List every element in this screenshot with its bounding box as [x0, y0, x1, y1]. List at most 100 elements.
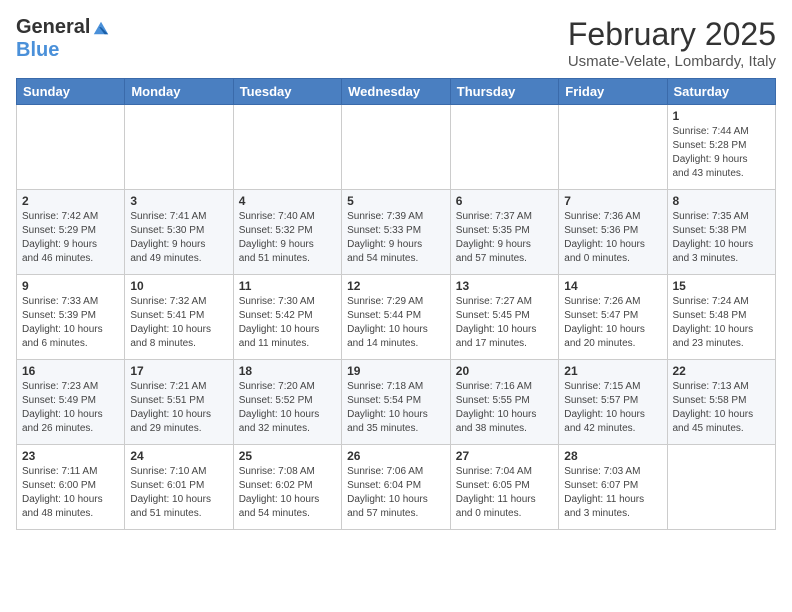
day-cell — [125, 105, 233, 190]
day-info: Sunrise: 7:39 AM Sunset: 5:33 PM Dayligh… — [347, 210, 445, 266]
title-block: February 2025 Usmate-Velate, Lombardy, I… — [568, 16, 776, 70]
day-info: Sunrise: 7:33 AM Sunset: 5:39 PM Dayligh… — [22, 295, 119, 351]
day-cell — [667, 445, 776, 530]
day-cell: 26 Sunrise: 7:06 AM Sunset: 6:04 PM Dayli… — [342, 445, 451, 530]
day-cell: 18 Sunrise: 7:20 AM Sunset: 5:52 PM Dayli… — [233, 360, 341, 445]
weekday-header-wednesday: Wednesday — [342, 79, 451, 105]
day-number: 1 — [673, 109, 771, 123]
day-number: 28 — [564, 449, 661, 463]
page-header: General Blue February 2025 Usmate-Velate… — [16, 16, 776, 70]
day-number: 5 — [347, 194, 445, 208]
day-number: 7 — [564, 194, 661, 208]
day-info: Sunrise: 7:11 AM Sunset: 6:00 PM Dayligh… — [22, 465, 119, 521]
week-row-1: 1 Sunrise: 7:44 AM Sunset: 5:28 PM Daylig… — [17, 105, 776, 190]
day-info: Sunrise: 7:08 AM Sunset: 6:02 PM Dayligh… — [239, 465, 336, 521]
day-number: 10 — [130, 279, 227, 293]
day-info: Sunrise: 7:27 AM Sunset: 5:45 PM Dayligh… — [456, 295, 553, 351]
day-info: Sunrise: 7:10 AM Sunset: 6:01 PM Dayligh… — [130, 465, 227, 521]
day-info: Sunrise: 7:20 AM Sunset: 5:52 PM Dayligh… — [239, 380, 336, 436]
weekday-header-tuesday: Tuesday — [233, 79, 341, 105]
logo: General Blue — [16, 16, 110, 62]
day-number: 8 — [673, 194, 771, 208]
day-number: 2 — [22, 194, 119, 208]
logo-general-text: General — [16, 16, 90, 39]
day-number: 6 — [456, 194, 553, 208]
day-number: 21 — [564, 364, 661, 378]
day-cell: 27 Sunrise: 7:04 AM Sunset: 6:05 PM Dayli… — [450, 445, 558, 530]
day-cell: 17 Sunrise: 7:21 AM Sunset: 5:51 PM Dayli… — [125, 360, 233, 445]
weekday-header-row: SundayMondayTuesdayWednesdayThursdayFrid… — [17, 79, 776, 105]
week-row-4: 16Sunrise: 7:23 AM Sunset: 5:49 PM Dayli… — [17, 360, 776, 445]
day-number: 23 — [22, 449, 119, 463]
day-info: Sunrise: 7:35 AM Sunset: 5:38 PM Dayligh… — [673, 210, 771, 266]
weekday-header-monday: Monday — [125, 79, 233, 105]
day-info: Sunrise: 7:06 AM Sunset: 6:04 PM Dayligh… — [347, 465, 445, 521]
day-cell: 1 Sunrise: 7:44 AM Sunset: 5:28 PM Daylig… — [667, 105, 776, 190]
day-cell: 19 Sunrise: 7:18 AM Sunset: 5:54 PM Dayli… — [342, 360, 451, 445]
day-number: 12 — [347, 279, 445, 293]
day-info: Sunrise: 7:44 AM Sunset: 5:28 PM Dayligh… — [673, 125, 771, 181]
day-number: 26 — [347, 449, 445, 463]
day-cell: 22 Sunrise: 7:13 AM Sunset: 5:58 PM Dayli… — [667, 360, 776, 445]
weekday-header-thursday: Thursday — [450, 79, 558, 105]
week-row-3: 9 Sunrise: 7:33 AM Sunset: 5:39 PM Daylig… — [17, 275, 776, 360]
day-number: 9 — [22, 279, 119, 293]
day-info: Sunrise: 7:26 AM Sunset: 5:47 PM Dayligh… — [564, 295, 661, 351]
day-cell: 24 Sunrise: 7:10 AM Sunset: 6:01 PM Dayli… — [125, 445, 233, 530]
logo-icon — [92, 19, 110, 37]
day-number: 18 — [239, 364, 336, 378]
day-info: Sunrise: 7:41 AM Sunset: 5:30 PM Dayligh… — [130, 210, 227, 266]
day-info: Sunrise: 7:24 AM Sunset: 5:48 PM Dayligh… — [673, 295, 771, 351]
day-cell: 15 Sunrise: 7:24 AM Sunset: 5:48 PM Dayli… — [667, 275, 776, 360]
day-cell: 10 Sunrise: 7:32 AM Sunset: 5:41 PM Dayli… — [125, 275, 233, 360]
day-number: 14 — [564, 279, 661, 293]
day-number: 24 — [130, 449, 227, 463]
day-cell: 14 Sunrise: 7:26 AM Sunset: 5:47 PM Dayli… — [559, 275, 667, 360]
day-number: 19 — [347, 364, 445, 378]
day-number: 22 — [673, 364, 771, 378]
day-number: 13 — [456, 279, 553, 293]
day-info: Sunrise: 7:18 AM Sunset: 5:54 PM Dayligh… — [347, 380, 445, 436]
day-info: Sunrise: 7:04 AM Sunset: 6:05 PM Dayligh… — [456, 465, 553, 521]
day-info: Sunrise: 7:32 AM Sunset: 5:41 PM Dayligh… — [130, 295, 227, 351]
location-title: Usmate-Velate, Lombardy, Italy — [568, 53, 776, 70]
day-number: 27 — [456, 449, 553, 463]
day-cell: 21 Sunrise: 7:15 AM Sunset: 5:57 PM Dayli… — [559, 360, 667, 445]
day-cell — [450, 105, 558, 190]
day-info: Sunrise: 7:13 AM Sunset: 5:58 PM Dayligh… — [673, 380, 771, 436]
day-cell: 6Sunrise: 7:37 AM Sunset: 5:35 PM Daylig… — [450, 190, 558, 275]
month-title: February 2025 — [568, 16, 776, 53]
day-cell — [17, 105, 125, 190]
day-number: 20 — [456, 364, 553, 378]
day-info: Sunrise: 7:30 AM Sunset: 5:42 PM Dayligh… — [239, 295, 336, 351]
day-cell — [233, 105, 341, 190]
day-cell: 25 Sunrise: 7:08 AM Sunset: 6:02 PM Dayli… — [233, 445, 341, 530]
day-info: Sunrise: 7:21 AM Sunset: 5:51 PM Dayligh… — [130, 380, 227, 436]
day-cell: 16Sunrise: 7:23 AM Sunset: 5:49 PM Dayli… — [17, 360, 125, 445]
weekday-header-friday: Friday — [559, 79, 667, 105]
day-number: 15 — [673, 279, 771, 293]
day-number: 11 — [239, 279, 336, 293]
day-cell: 13 Sunrise: 7:27 AM Sunset: 5:45 PM Dayli… — [450, 275, 558, 360]
day-number: 25 — [239, 449, 336, 463]
day-number: 16 — [22, 364, 119, 378]
day-info: Sunrise: 7:15 AM Sunset: 5:57 PM Dayligh… — [564, 380, 661, 436]
day-info: Sunrise: 7:42 AM Sunset: 5:29 PM Dayligh… — [22, 210, 119, 266]
day-number: 17 — [130, 364, 227, 378]
day-cell: 9 Sunrise: 7:33 AM Sunset: 5:39 PM Daylig… — [17, 275, 125, 360]
day-info: Sunrise: 7:36 AM Sunset: 5:36 PM Dayligh… — [564, 210, 661, 266]
day-cell: 12 Sunrise: 7:29 AM Sunset: 5:44 PM Dayli… — [342, 275, 451, 360]
week-row-5: 23 Sunrise: 7:11 AM Sunset: 6:00 PM Dayli… — [17, 445, 776, 530]
calendar-table: SundayMondayTuesdayWednesdayThursdayFrid… — [16, 78, 776, 530]
day-cell — [559, 105, 667, 190]
day-cell: 23 Sunrise: 7:11 AM Sunset: 6:00 PM Dayli… — [17, 445, 125, 530]
weekday-header-sunday: Sunday — [17, 79, 125, 105]
day-cell: 3Sunrise: 7:41 AM Sunset: 5:30 PM Daylig… — [125, 190, 233, 275]
day-cell: 2 Sunrise: 7:42 AM Sunset: 5:29 PM Daylig… — [17, 190, 125, 275]
day-cell: 11 Sunrise: 7:30 AM Sunset: 5:42 PM Dayli… — [233, 275, 341, 360]
week-row-2: 2 Sunrise: 7:42 AM Sunset: 5:29 PM Daylig… — [17, 190, 776, 275]
day-info: Sunrise: 7:40 AM Sunset: 5:32 PM Dayligh… — [239, 210, 336, 266]
day-info: Sunrise: 7:03 AM Sunset: 6:07 PM Dayligh… — [564, 465, 661, 521]
day-info: Sunrise: 7:29 AM Sunset: 5:44 PM Dayligh… — [347, 295, 445, 351]
day-cell — [342, 105, 451, 190]
